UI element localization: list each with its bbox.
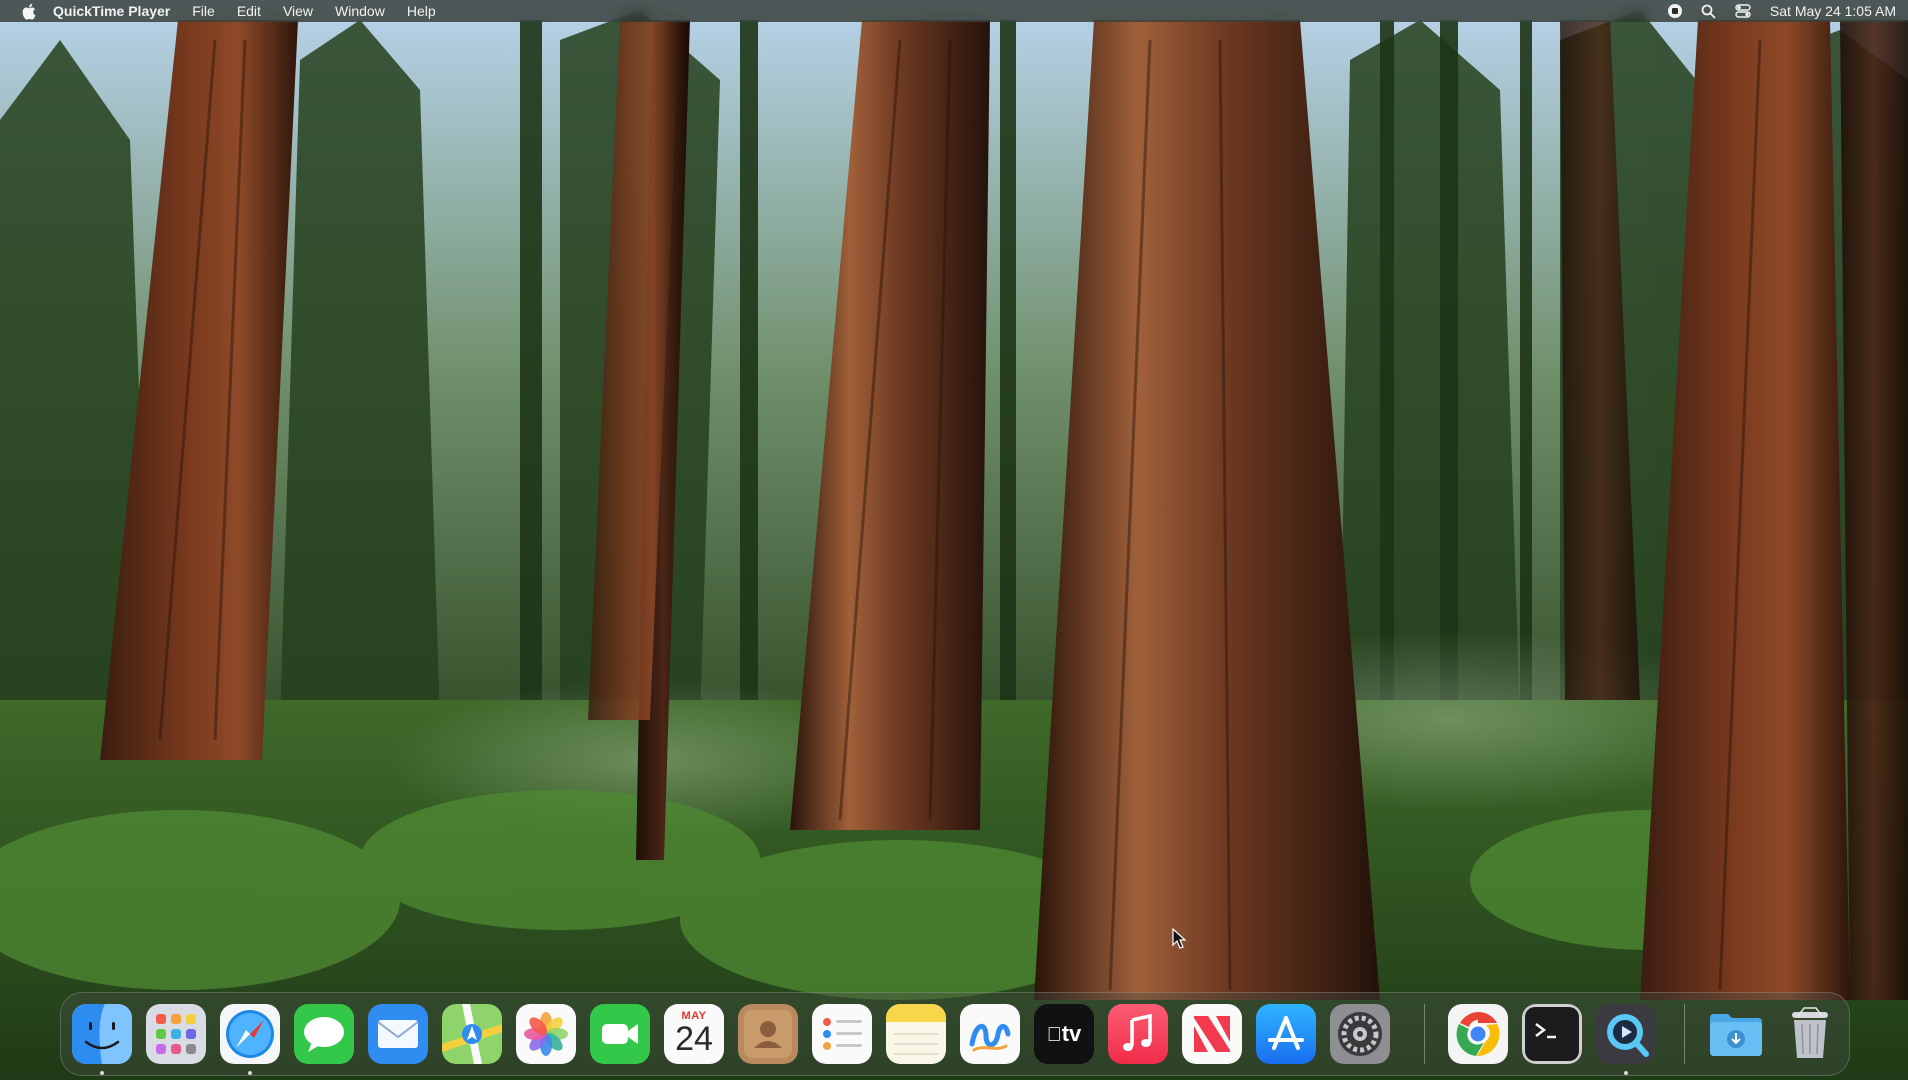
system-settings-icon[interactable]: [1330, 1004, 1390, 1064]
downloads-folder-icon[interactable]: [1706, 1004, 1766, 1064]
notes-icon[interactable]: [886, 1004, 946, 1064]
apple-tv-icon[interactable]: tv: [1034, 1004, 1094, 1064]
finder-icon[interactable]: [72, 1004, 132, 1064]
safari-icon[interactable]: [220, 1004, 280, 1064]
chrome-icon[interactable]: [1448, 1004, 1508, 1064]
dock-separator: [1684, 1004, 1685, 1064]
menu-edit[interactable]: Edit: [237, 0, 261, 22]
contacts-icon[interactable]: [738, 1004, 798, 1064]
mouse-cursor-icon: [1172, 928, 1187, 949]
running-indicator: [248, 1071, 252, 1075]
mail-icon[interactable]: [368, 1004, 428, 1064]
menu-window[interactable]: Window: [335, 0, 385, 22]
freeform-icon[interactable]: [960, 1004, 1020, 1064]
news-icon[interactable]: [1182, 1004, 1242, 1064]
launchpad-icon[interactable]: [146, 1004, 206, 1064]
quicktime-icon[interactable]: [1596, 1004, 1656, 1064]
music-icon[interactable]: [1108, 1004, 1168, 1064]
maps-icon[interactable]: [442, 1004, 502, 1064]
facetime-icon[interactable]: [590, 1004, 650, 1064]
running-indicator: [100, 1071, 104, 1075]
messages-icon[interactable]: [294, 1004, 354, 1064]
tv-label: tv: [1047, 1021, 1082, 1046]
control-center-icon[interactable]: [1734, 2, 1752, 20]
terminal-icon[interactable]: [1522, 1004, 1582, 1064]
apple-logo-icon[interactable]: [17, 0, 39, 22]
dock-separator: [1424, 1004, 1425, 1064]
menu-file[interactable]: File: [192, 0, 215, 22]
desktop-wallpaper: [0, 0, 1908, 1080]
photos-icon[interactable]: [516, 1004, 576, 1064]
menu-bar: QuickTime Player File Edit View Window H…: [0, 0, 1908, 22]
menubar-clock[interactable]: Sat May 24 1:05 AM: [1770, 0, 1896, 22]
menu-help[interactable]: Help: [407, 0, 436, 22]
menu-view[interactable]: View: [283, 0, 313, 22]
app-name-menu[interactable]: QuickTime Player: [53, 0, 170, 22]
calendar-icon[interactable]: MAY 24: [664, 1004, 724, 1064]
app-store-icon[interactable]: [1256, 1004, 1316, 1064]
spotlight-search-icon[interactable]: [1700, 2, 1718, 20]
running-indicator: [1624, 1071, 1628, 1075]
calendar-day-label: 24: [675, 1020, 713, 1058]
screen-recording-stop-icon[interactable]: [1666, 2, 1684, 20]
reminders-icon[interactable]: [812, 1004, 872, 1064]
trash-icon[interactable]: [1780, 1004, 1840, 1064]
